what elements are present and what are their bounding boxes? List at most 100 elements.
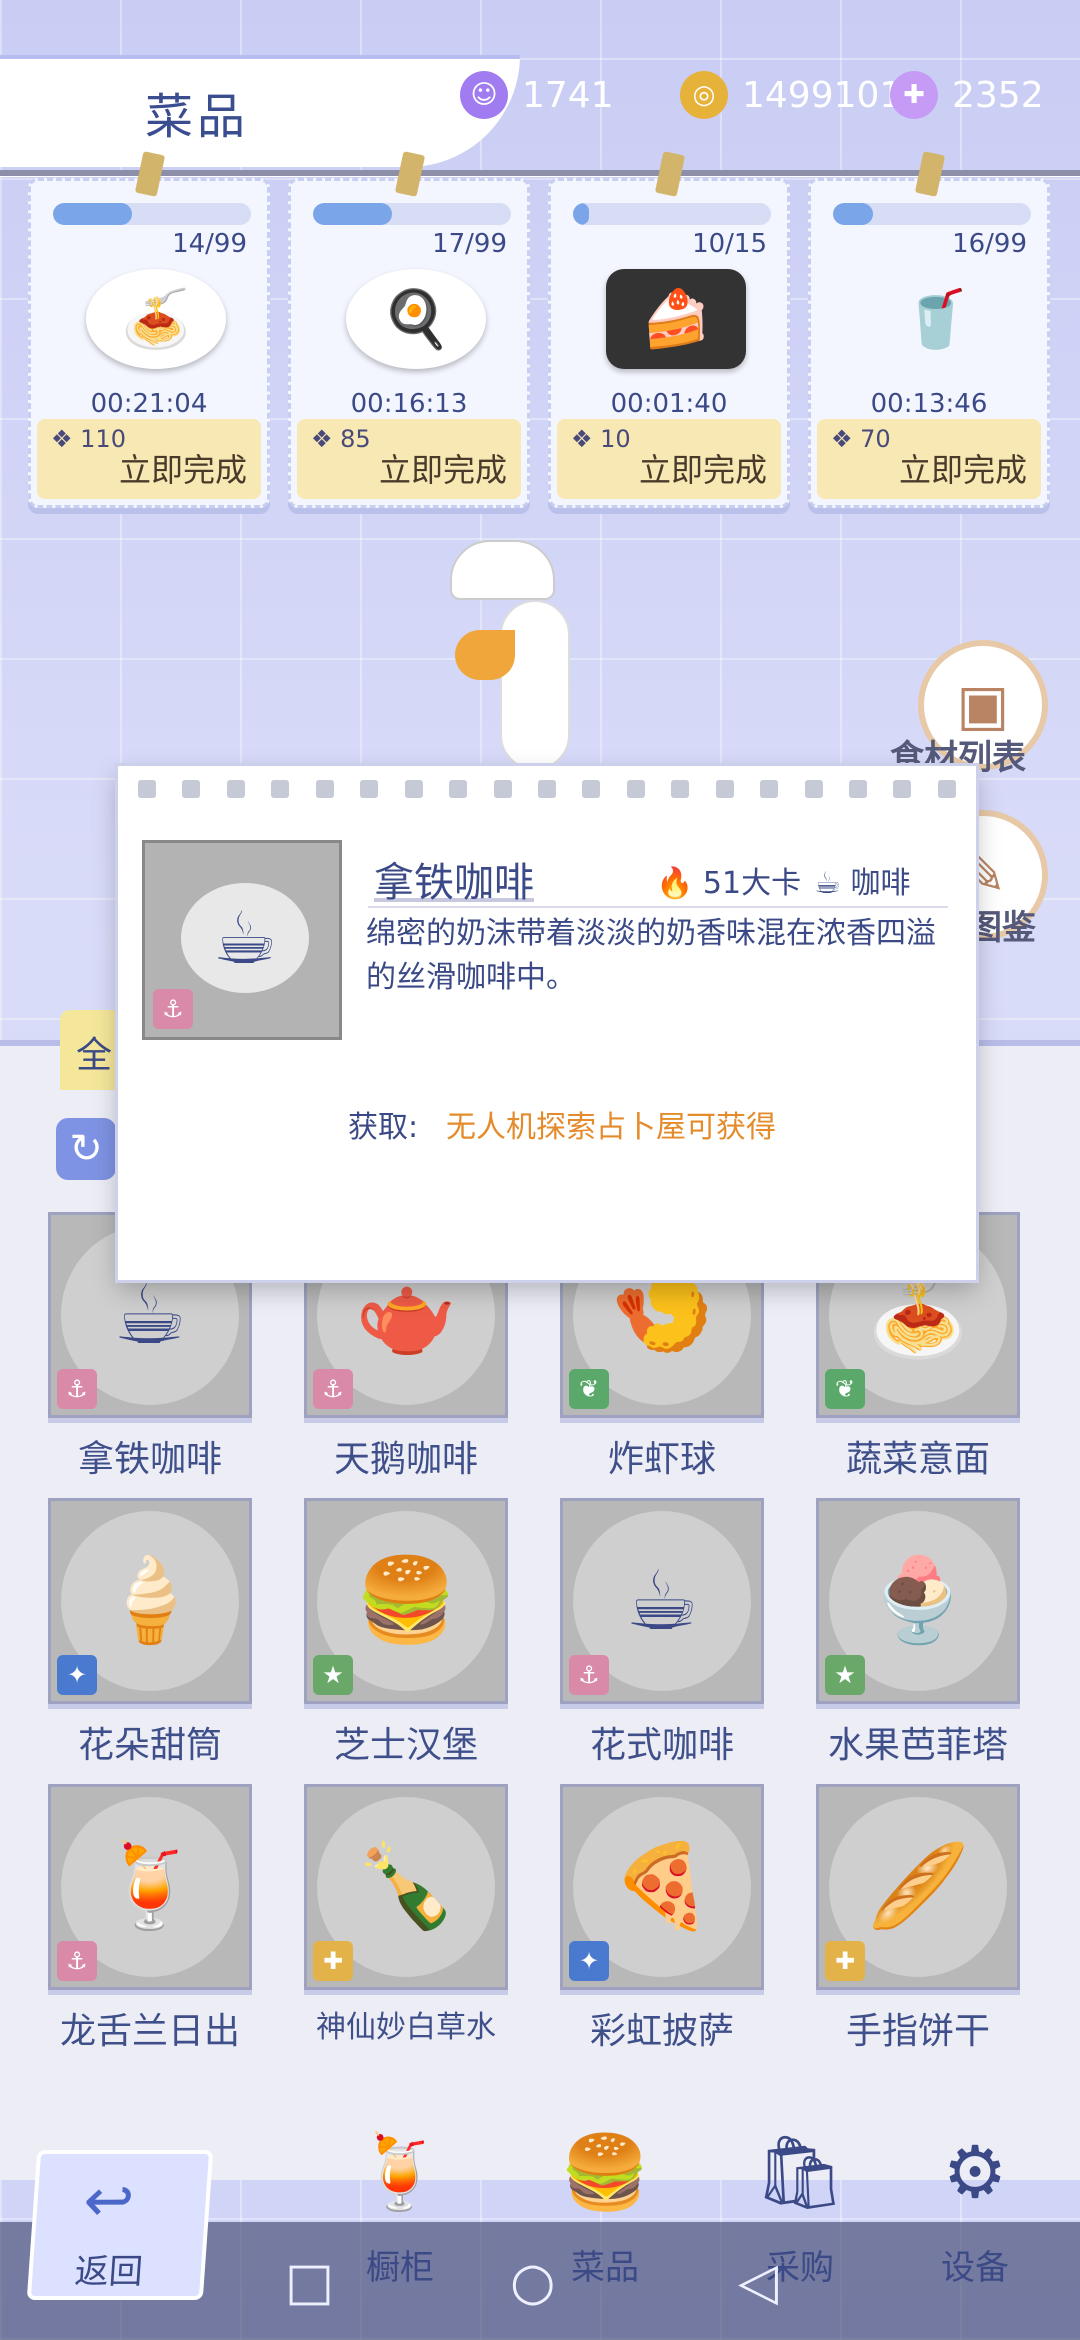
dish-name-label: 龙舌兰日出 xyxy=(59,2011,240,2052)
dish-name-label: 蔬菜意面 xyxy=(845,1439,990,1480)
refresh-icon: ↻ xyxy=(69,1126,103,1172)
progress-bar xyxy=(833,203,1031,225)
box-icon: ▣ xyxy=(956,672,1010,738)
order-count: 17/99 xyxy=(432,229,507,259)
spaghetti-icon: 🍝 xyxy=(86,269,226,369)
burger-icon: 🍔 xyxy=(560,2130,650,2214)
flame-icon: 🔥 xyxy=(656,866,694,901)
cost-value: 10 xyxy=(600,425,631,453)
puzzle-icon: ✚ xyxy=(313,1941,353,1981)
anchor-icon: ⚓ xyxy=(569,1655,609,1695)
nav-cabinet[interactable]: 🍹 橱柜 xyxy=(330,2130,470,2290)
cabinet-icon: 🍹 xyxy=(355,2130,445,2214)
dish-name-label: 手指饼干 xyxy=(845,2011,990,2052)
purple-coin-icon: ☺ xyxy=(460,71,508,119)
order-card[interactable]: 14/99 🍝 00:21:04 ❖ 110 立即完成 xyxy=(28,151,270,508)
divider xyxy=(368,906,948,908)
dish-name-label: 芝士汉堡 xyxy=(333,1725,478,1766)
dish-card[interactable]: 🍦 ✦ xyxy=(48,1498,252,1704)
filter-tab-all-label: 全 xyxy=(76,1035,113,1076)
nav-dishes[interactable]: 🍔 菜品 xyxy=(535,2130,675,2290)
dish-name-label: 花朵甜筒 xyxy=(77,1725,222,1766)
dish-name-label: 天鹅咖啡 xyxy=(333,1439,478,1480)
dish-card[interactable]: ☕ ⚓ xyxy=(560,1498,764,1704)
dish-detail-popup[interactable]: ☕ ⚓ 拿铁咖啡 🔥 51大卡 ☕ 咖啡 绵密的奶沫带着淡淡的奶香味混在浓香四溢… xyxy=(118,766,976,1280)
gem-plus-icon: ✚ xyxy=(890,71,938,119)
dish-name-label: 水果芭菲塔 xyxy=(827,1725,1008,1766)
jelly-cake-icon: 🍰 xyxy=(606,269,746,369)
obtain-value: 无人机探索占卜屋可获得 xyxy=(446,1110,776,1145)
system-back-button[interactable]: ◁ xyxy=(738,2252,778,2312)
top-bar: 菜品 ☺ 1741 ◎ 1499101 ✚ 2352 xyxy=(0,0,1080,170)
finish-now-button[interactable]: ❖ 10 立即完成 xyxy=(557,419,781,499)
obtain-label: 获取: xyxy=(348,1110,419,1145)
home-button[interactable]: ○ xyxy=(510,2252,555,2312)
nav-equipment[interactable]: ⚙ 设备 xyxy=(905,2130,1045,2290)
dish-card[interactable]: 🍹 ⚓ xyxy=(48,1784,252,1990)
leaf-icon: ❦ xyxy=(825,1369,865,1409)
order-card[interactable]: 17/99 🍳 00:16:13 ❖ 85 立即完成 xyxy=(288,151,530,508)
dish-name-label: 彩虹披萨 xyxy=(589,2011,734,2052)
dish-name-label: 神仙妙白草水 xyxy=(316,2010,496,2045)
finish-now-button[interactable]: ❖ 85 立即完成 xyxy=(297,419,521,499)
anchor-icon: ⚓ xyxy=(313,1369,353,1409)
gem-icon: ❖ 85 xyxy=(311,425,371,453)
dish-type-value: 咖啡 xyxy=(850,866,911,901)
dish-card[interactable]: 🍨 ★ xyxy=(816,1498,1020,1704)
notebook-holes xyxy=(138,780,956,800)
cost-value: 85 xyxy=(340,425,371,453)
purple-currency[interactable]: ☺ 1741 xyxy=(460,65,614,125)
leaf-icon: ❦ xyxy=(569,1369,609,1409)
gold-currency[interactable]: ◎ 1499101 xyxy=(680,65,902,125)
finish-now-label: 立即完成 xyxy=(638,451,767,489)
dish-card[interactable]: 🍾 ✚ xyxy=(304,1784,508,1990)
back-button[interactable]: ↩ 返回 xyxy=(26,2150,214,2300)
latte-icon: ☕ xyxy=(181,883,309,993)
omelette-icon: 🍳 xyxy=(346,269,486,369)
order-timer: 00:21:04 xyxy=(90,389,208,419)
page-title: 菜品 xyxy=(145,89,250,145)
nav-dishes-label: 菜品 xyxy=(571,2248,639,2288)
star-icon: ★ xyxy=(825,1655,865,1695)
dish-card[interactable]: 🥖 ✚ xyxy=(816,1784,1020,1990)
progress-bar xyxy=(53,203,251,225)
dish-name-label: 炸虾球 xyxy=(607,1439,716,1480)
gem-icon: ❖ 10 xyxy=(571,425,631,453)
purple-currency-value: 1741 xyxy=(522,74,614,116)
order-count: 16/99 xyxy=(952,229,1027,259)
order-card[interactable]: 10/15 🍰 00:01:40 ❖ 10 立即完成 xyxy=(548,151,790,508)
catalog-label: 图鉴 xyxy=(968,908,1036,948)
order-timer: 00:01:40 xyxy=(610,389,728,419)
calories-value: 51大卡 xyxy=(702,866,802,901)
recents-button[interactable]: □ xyxy=(285,2252,334,2312)
order-card[interactable]: 16/99 🥤 00:13:46 ❖ 70 立即完成 xyxy=(808,151,1050,508)
back-label: 返回 xyxy=(73,2252,145,2292)
finish-now-label: 立即完成 xyxy=(378,451,507,489)
puzzle-icon: ✚ xyxy=(825,1941,865,1981)
progress-bar xyxy=(313,203,511,225)
nav-cabinet-label: 橱柜 xyxy=(366,2248,434,2288)
dish-card[interactable]: 🍔 ★ xyxy=(304,1498,508,1704)
anchor-icon: ⚓ xyxy=(57,1941,97,1981)
refresh-button[interactable]: ↻ xyxy=(56,1118,116,1180)
anchor-icon: ⚓ xyxy=(57,1369,97,1409)
chef-hat-icon xyxy=(450,540,555,600)
star-icon: ★ xyxy=(313,1655,353,1695)
gem-currency[interactable]: ✚ 2352 xyxy=(890,65,1044,125)
order-timer: 00:13:46 xyxy=(870,389,988,419)
dish-name-label: 拿铁咖啡 xyxy=(77,1439,222,1480)
gem-icon: ❖ 70 xyxy=(831,425,891,453)
finish-now-button[interactable]: ❖ 70 立即完成 xyxy=(817,419,1041,499)
order-timer: 00:16:13 xyxy=(350,389,468,419)
dish-card[interactable]: 🍕 ✦ xyxy=(560,1784,764,1990)
cost-value: 70 xyxy=(860,425,891,453)
iced-coffee-icon: 🥤 xyxy=(901,287,971,352)
progress-bar xyxy=(573,203,771,225)
finish-now-button[interactable]: ❖ 110 立即完成 xyxy=(37,419,261,499)
gem-icon: ❖ 110 xyxy=(51,425,126,453)
back-arrow-icon: ↩ xyxy=(81,2166,137,2236)
bulb-icon: ✦ xyxy=(569,1941,609,1981)
page-title-tab: 菜品 xyxy=(0,55,520,167)
dish-image: ☕ ⚓ xyxy=(142,840,342,1040)
coffee-machine-icon: ⚙ xyxy=(942,2130,1008,2214)
